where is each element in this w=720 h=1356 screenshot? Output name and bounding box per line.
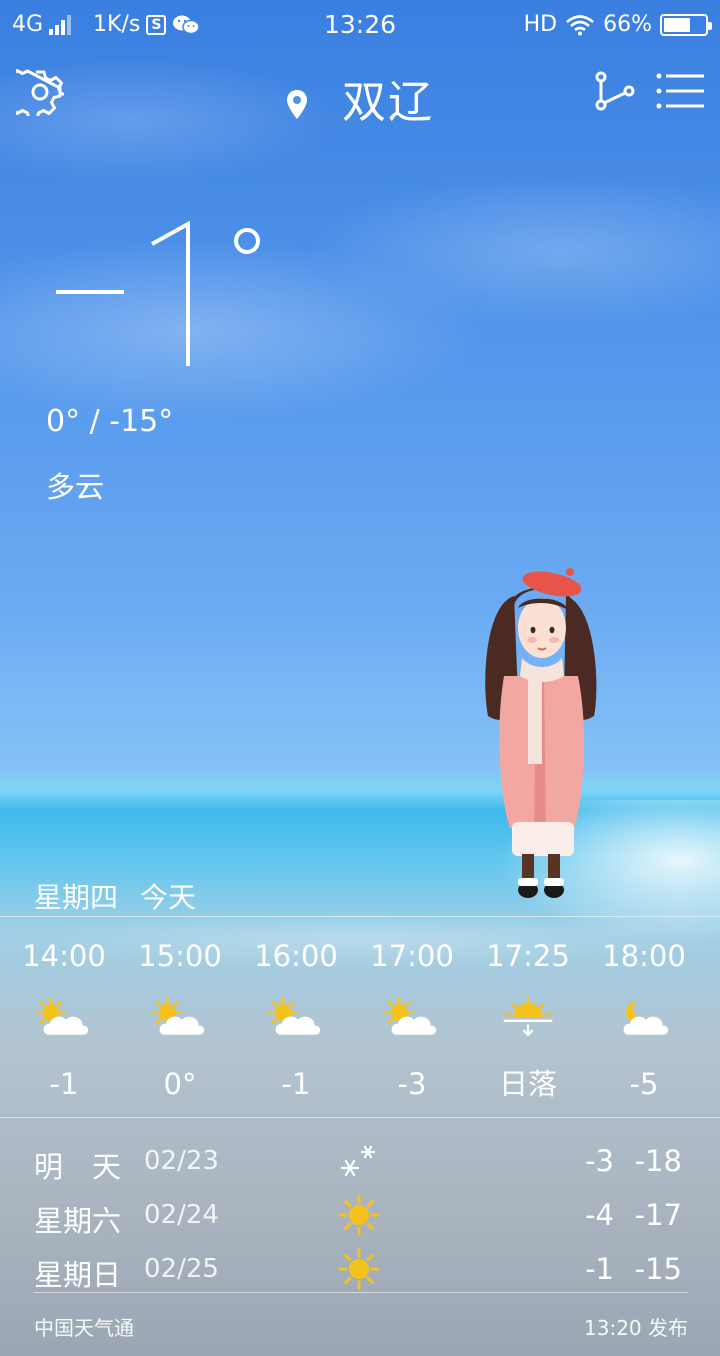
sun-icon (334, 1246, 384, 1292)
divider-middle (0, 1117, 720, 1118)
current-temperature-graphic (56, 220, 260, 366)
today-weekday: 星期四 (34, 881, 119, 914)
daily-row[interactable]: 明 天 02/23 -3 -18 (0, 1136, 720, 1190)
city-name: 双辽 (342, 77, 434, 128)
day-low: -18 (634, 1144, 682, 1178)
battery-percent: 66% (603, 12, 652, 37)
daily-forecast[interactable]: 明 天 02/23 -3 -18 星期六 02/24 -4 -17 星期日 02… (0, 1136, 720, 1298)
day-low: -15 (634, 1252, 682, 1286)
partly-cloudy-icon (36, 982, 92, 1054)
day-high: -4 (585, 1198, 614, 1232)
location-pin-icon (287, 90, 307, 119)
hour-temperature: 0° (163, 1067, 197, 1101)
today-row: 星期四 今天 (34, 876, 196, 916)
day-name: 明 天 (34, 1150, 122, 1184)
wifi-icon (566, 14, 594, 35)
hour-temperature: -3 (397, 1067, 427, 1101)
hour-time: 17:00 (370, 939, 454, 973)
hourly-forecast[interactable]: 14:00 -1 15:00 0° 16:00 -1 17:00 -3 17:2… (0, 930, 720, 1114)
city-list-menu-icon[interactable] (656, 72, 704, 110)
hour-item: 17:25 日落 (470, 930, 586, 1114)
hour-time: 16:00 (254, 939, 338, 973)
partly-cloudy-icon (384, 982, 440, 1054)
hour-time: 17:25 (486, 939, 570, 973)
hour-time: 14:00 (22, 939, 106, 973)
hour-item: 18:00 -5 (586, 930, 702, 1114)
day-date: 02/25 (144, 1254, 219, 1284)
partly-cloudy-icon (268, 982, 324, 1054)
day-date: 02/23 (144, 1146, 219, 1176)
hour-temperature: 日落 (498, 1067, 557, 1101)
hour-temperature: -1 (49, 1067, 79, 1101)
day-low: -17 (634, 1198, 682, 1232)
day-name: 星期日 (34, 1258, 122, 1292)
header: 双辽 (0, 60, 720, 130)
daily-row[interactable]: 星期六 02/24 -4 -17 (0, 1190, 720, 1244)
share-route-icon[interactable] (594, 70, 636, 112)
temperature-range: 0° / -15° (46, 404, 174, 439)
sunset-icon (500, 982, 556, 1054)
partly-cloudy-night-icon (616, 982, 672, 1054)
publish-time: 13:20 发布 (584, 1316, 688, 1340)
today-label: 今天 (140, 881, 197, 914)
day-date: 02/24 (144, 1200, 219, 1230)
daily-row[interactable]: 星期日 02/25 -1 -15 (0, 1244, 720, 1298)
hour-temperature: -5 (629, 1067, 659, 1101)
hd-indicator: HD (523, 12, 558, 37)
partly-cloudy-icon (152, 982, 208, 1054)
status-right: HD 66% (523, 12, 712, 37)
data-source: 中国天气通 (34, 1316, 134, 1340)
day-high: -1 (585, 1252, 614, 1286)
divider-bottom (34, 1292, 688, 1293)
hour-item: 14:00 -1 (6, 930, 122, 1114)
divider-top (0, 916, 720, 917)
weather-condition: 多云 (46, 470, 105, 504)
hour-temperature: -1 (281, 1067, 311, 1101)
hour-time: 18:00 (602, 939, 686, 973)
snow-icon (334, 1138, 384, 1184)
sun-icon (334, 1192, 384, 1238)
battery-fill (664, 17, 691, 32)
day-high: -3 (585, 1144, 614, 1178)
hour-time: 15:00 (138, 939, 222, 973)
hour-item: 16:00 -1 (238, 930, 354, 1114)
character-illustration (485, 568, 597, 898)
day-name: 星期六 (34, 1204, 122, 1238)
battery-icon (660, 13, 712, 36)
status-bar: 4G 1K/s S 13:26 HD 66% (0, 0, 720, 50)
hour-item: 17:00 -3 (354, 930, 470, 1114)
hour-item: 15:00 0° (122, 930, 238, 1114)
